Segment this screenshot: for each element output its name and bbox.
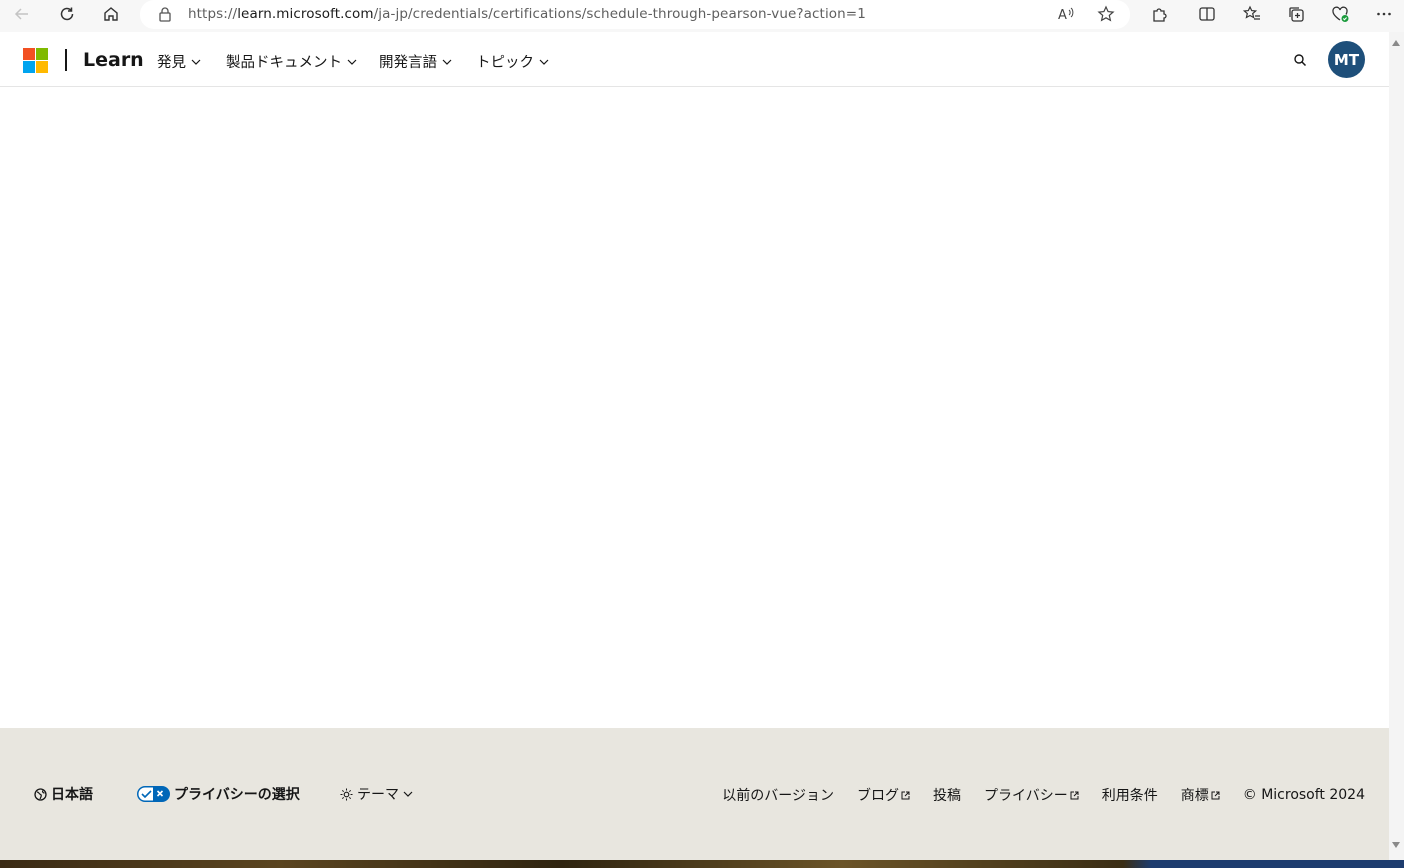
more-menu-button[interactable] [1370,2,1398,26]
globe-icon [34,787,47,801]
theme-label: テーマ [357,787,399,803]
logo-yellow-square [36,61,48,73]
refresh-icon [60,7,74,21]
heart-pulse-icon [1332,6,1349,22]
nav-label: トピック [476,55,534,71]
favorite-star-icon[interactable] [1096,5,1116,23]
url-path: /ja-jp/credentials/certifications/schedu… [373,6,866,22]
nav-topics[interactable]: トピック [476,51,549,72]
footer-link-privacy[interactable]: プライバシー [984,785,1079,805]
footer-link-blog[interactable]: ブログ [857,785,910,805]
read-aloud-icon[interactable]: A [1056,5,1076,23]
privacy-choices-label: プライバシーの選択 [174,787,300,803]
address-bar[interactable]: https://learn.microsoft.com/ja-jp/creden… [140,0,1130,29]
external-link-icon [901,791,910,799]
split-screen-icon [1199,7,1215,21]
user-avatar[interactable]: MT [1328,41,1365,78]
lock-icon [159,7,171,22]
puzzle-icon [1153,8,1167,22]
home-icon [104,7,118,21]
url-prefix: https:// [188,6,238,22]
footer-link-trademarks[interactable]: 商標 [1181,785,1220,805]
collections-button[interactable] [1282,2,1310,26]
favorites-list-icon [1243,5,1260,20]
footer-link-contribute[interactable]: 投稿 [933,785,961,805]
chevron-down-icon [539,59,549,65]
logo-blue-square [23,61,35,73]
nav-discover[interactable]: 発見 [157,51,201,72]
refresh-button[interactable] [53,2,81,26]
footer-link-label: プライバシー [984,788,1068,804]
logo-green-square [36,48,48,60]
back-arrow-icon [14,8,28,20]
footer-link-label: ブログ [857,788,900,804]
scroll-up-arrow-icon[interactable] [1392,40,1400,46]
back-button[interactable] [8,2,36,26]
split-screen-button[interactable] [1193,2,1221,26]
chevron-down-icon [403,791,413,797]
collections-icon [1289,7,1304,22]
ellipsis-icon [1377,12,1391,16]
external-link-icon [1211,791,1220,799]
nav-label: 発見 [157,55,186,71]
url-text[interactable]: https://learn.microsoft.com/ja-jp/creden… [188,6,866,22]
external-link-icon [1070,791,1079,799]
privacy-toggle-icon [137,786,170,802]
footer-link-label: 以前のバージョン [722,788,835,804]
footer-link-previous-versions[interactable]: 以前のバージョン [722,785,834,805]
footer-link-terms[interactable]: 利用条件 [1102,785,1158,805]
extensions-button[interactable] [1145,2,1173,26]
theme-selector[interactable]: テーマ [340,784,413,804]
site-header: Learn 発見 製品ドキュメント 開発言語 トピック MT [0,32,1389,87]
brand-name[interactable]: Learn [83,49,144,71]
microsoft-logo[interactable] [23,48,48,73]
nav-label: 製品ドキュメント [226,55,342,71]
nav-label: 開発言語 [379,55,437,71]
footer-link-label: 利用条件 [1101,788,1158,804]
scroll-down-arrow-icon[interactable] [1392,842,1400,848]
desktop-background-strip [0,860,1404,868]
favorites-button[interactable] [1238,2,1266,26]
nav-product-docs[interactable]: 製品ドキュメント [226,51,357,72]
svg-text:A: A [1058,8,1067,23]
logo-divider [65,49,67,71]
privacy-choices-link[interactable]: プライバシーの選択 [137,784,300,804]
browser-toolbar: https://learn.microsoft.com/ja-jp/creden… [0,0,1404,32]
language-label: 日本語 [51,787,93,803]
copyright: © Microsoft 2024 [1242,787,1365,803]
browser-essentials-button[interactable] [1326,2,1354,26]
site-footer: 日本語 プライバシーの選択 テーマ 以前のバージョン ブログ 投稿 プライバシー… [0,728,1389,860]
chevron-down-icon [347,59,357,65]
url-host: learn.microsoft.com [237,6,374,22]
nav-dev-languages[interactable]: 開発言語 [379,51,452,72]
footer-links: 以前のバージョン ブログ 投稿 プライバシー 利用条件 商標 © Microso… [722,785,1365,805]
footer-link-label: 投稿 [933,788,962,804]
language-selector[interactable]: 日本語 [34,784,93,804]
search-icon[interactable] [1291,51,1309,69]
chevron-down-icon [442,59,452,65]
vertical-scrollbar[interactable] [1389,32,1404,860]
logo-red-square [23,48,35,60]
chevron-down-icon [191,59,201,65]
sun-icon [340,788,353,800]
footer-link-label: 商標 [1180,788,1209,804]
home-button[interactable] [97,2,125,26]
